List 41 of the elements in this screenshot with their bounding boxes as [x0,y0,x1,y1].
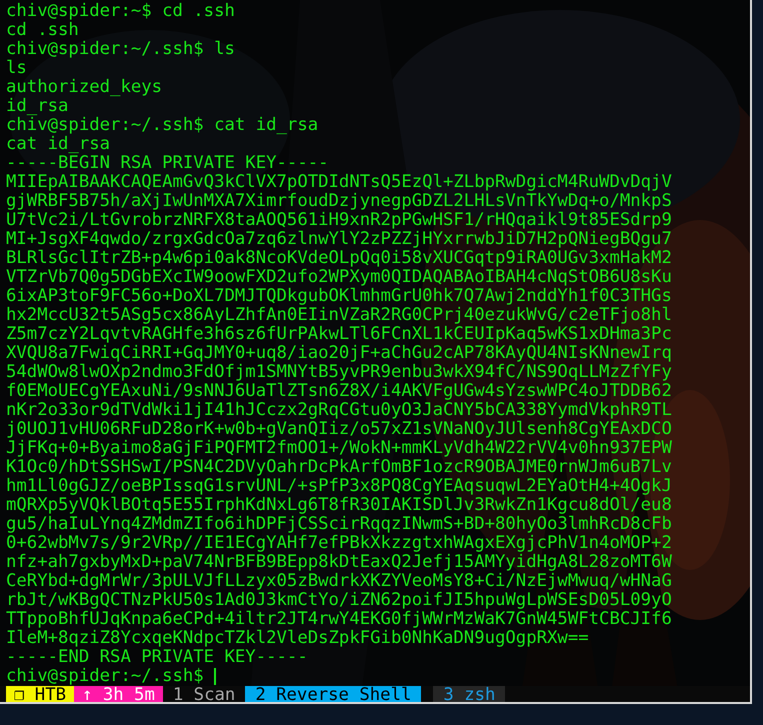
terminal-line: K1Oc0/hDtSSHSwI/PSN4C2DVyOahrDcPkArfOmBF1ozcR9OBAJME0rnWJm6uB7Lv [6,458,673,477]
terminal-line: hx2MccU32t5ASg5cx86AyLZhfAn0EIinVZaR2RG0CPrj40ezukWvG/c2eTFjo8hl [6,306,673,325]
terminal-line: chiv@spider:~/.ssh$ cat id_rsa [6,116,320,135]
terminal-line: U7tVc2i/LtGvrobrzNRFX8taAOQ561iH9xnR2pPGwHSF1/rHQqaikl9t85ESdrp9 [6,211,673,230]
terminal-line: BLRlsGclItrZB+p4w6pi0ak8NcoKVdeOLpQq0i58vXUCGqtp9iRA0UGv3xmHakM2 [6,249,673,268]
uptime: ↑ 3h 5m [74,686,163,702]
terminal-line: gjWRBF5B75h/aXjIwUnMXA7XimrfoudDzjynegpGDZL2LHLsVnTkYwDq+o/MnkpS [6,192,673,211]
window-tab[interactable]: 1 Scan [162,686,246,702]
terminal-line: Z5m7czY2LqvtvRAGHfe3h6sz6fUrPAkwLTl6FCnXL1kCEUIpKaq5wKS1xDHma3Pc [6,325,673,344]
window-tab[interactable]: 2 Reverse Shell [245,686,422,702]
terminal-line: CeRYbd+dgMrWr/3pULVJfLLzyx05zBwdrkXKZYVeoMsY8+Ci/NzEjwMwuq/wHNaG [6,572,673,591]
terminal-line: MIIEpAIBAAKCAQEAmGvQ3kClVX7pOTDIdNTsQ5EzQl+ZLbpRwDgicM4RuWDvDqjV [6,173,673,192]
terminal-line: 54dWOw8lwOXp2ndmo3FdOfjm1SMNYtB5yvPR9enbu3wkX94fC/NS9OqLLMzZfYFy [6,363,673,382]
terminal-line: IleM+8qziZ8YcxqeKNdpcTZkl2VleDsZpkFGib0NhKaDN9ugOgpRXw== [6,629,590,648]
terminal-line: nKr2o33or9dTVdWki1jI41hJCczx2gRqCGtu0yO3JaCNY5bCA338YymdVkphR9TL [6,401,673,420]
terminal-line: gu5/haIuLYnq4ZMdmZIfo6ihDPFjCSScirRqqzINwmS+BD+80hyOo3lmhRcD8cFb [6,515,673,534]
shell-prompt: chiv@spider:~/.ssh$ [6,667,204,686]
terminal-line: cat id_rsa [6,135,112,154]
terminal-line: nfz+ah7gxbyMxD+paV74NrBFB9BEpp8kDtEaxQ2Jefj15AMYyidHgA8L28zoMT6W [6,553,673,572]
terminal-line: JjFKq+0+Byaimo8aGjFiPQFMT2fmOO1+/WokN+mmKLyVdh4W22rVV4v0hn937EPW [6,439,673,458]
terminal-line: -----END RSA PRIVATE KEY----- [6,648,309,667]
terminal-line: 0+62wbMv7s/9r2VRp//IE1ECgYAHf7efPBkXkzzgtxhWAgxEXgjcPhV1n4oMOP+2 [6,534,673,553]
terminal-line: chiv@spider:~/.ssh$ ls [6,40,236,59]
terminal-line: XVQU8a7FwiqCiRRI+GqJMY0+uq8/iao20jF+aChGu2cAP78KAyQU4NIsKNnewIrq [6,344,673,363]
terminal-line: mQRXp5yVQklBOtq5E55IrphKdNxLg6T8fR30IAKISDlJv3RwkZn1Kgcu8dOl/eu8 [6,496,673,515]
terminal-line: VTZrVb7Q0g5DGbEXcIW9oowFXD2ufo2WPXym0QIDAQABAoIBAH4cNqStOB6U8sKu [6,268,673,287]
terminal-line: TTppoBhfUJqKnpa6eCPd+4iltr2JT4rwY4EKG0fjWWrMzWaK7GnW45WFtCBCJIf6 [6,610,673,629]
terminal-line: cd .ssh [6,21,80,40]
terminal-line: 6ixAP3toF9FC56o+DoXL7DMJTQDkgubOKlmhmGrU0hk7Q7Awj2nddYh1f0C3THGs [6,287,673,306]
terminal-line: id_rsa [6,97,70,116]
terminal-line: MI+JsgXF4qwdo/zrgxGdcOa7zq6zlnwYlY2zPZZjHYxrrwbJiD7H2pQNiegBQgu7 [6,230,673,249]
terminal-line: hm1Ll0gGJZ/oeBPIssqG1srvUNL/+sPfP3x8PQ8CgYEAqsuqwL2EYaOtH4+4OgkJ [6,477,673,496]
terminal-line: j0UOJ1vHU06RFuD28orK+w0b+gVanQIiz/o57xZ1sVNaNOyJUlsenh8CgYEAxDCO [6,420,673,439]
terminal-line: chiv@spider:~$ cd .ssh [6,2,236,21]
terminal-line: authorized_keys [6,78,164,97]
terminal-line: -----BEGIN RSA PRIVATE KEY----- [6,154,330,173]
terminal-line: rbJt/wKBgQCTNzPkU50s1Ad0J3kmCtYo/iZN62poifJI5hpuWgLpWSEsD05L09yO [6,591,673,610]
window-tab[interactable]: 3 zsh [433,686,506,702]
terminal-line: f0EMoUECgYEAxuNi/9sNNJ6UaTlZTsn6Z8X/i4AKVFgUGw4sYzswWPC4oJTDDB62 [6,382,673,401]
terminal-line: ls [6,59,28,78]
session-name: ❐ HTB [6,686,74,702]
